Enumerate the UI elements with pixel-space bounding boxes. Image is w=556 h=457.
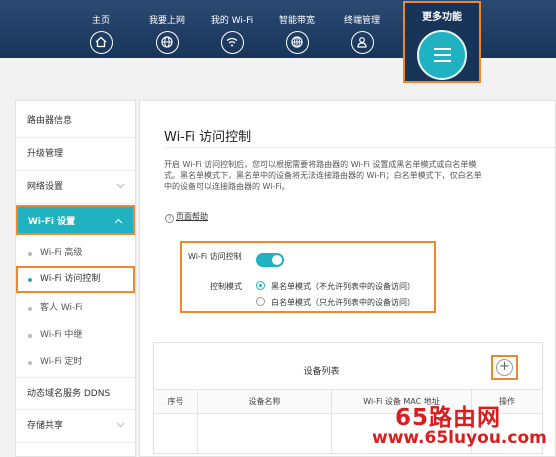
nav-smart-bandwidth-label: 智能带宽	[278, 16, 315, 26]
wifi-access-label: Wi-Fi 访问控制	[188, 252, 242, 261]
radio-unselected[interactable]	[256, 297, 265, 306]
page-description: 开启 Wi-Fi 访问控制后，您可以根据需要将路由器的 Wi-Fi 设置成黑名单…	[164, 159, 526, 192]
nav-smart-bandwidth[interactable]: 智能带宽	[265, 0, 329, 54]
chevron-up-icon	[114, 218, 123, 224]
table-cell	[154, 414, 198, 454]
sidebar-sub-guest-wifi[interactable]: 客人 Wi-Fi	[16, 295, 135, 322]
nav-home-label: 主页	[91, 16, 110, 26]
radio-selected[interactable]	[256, 281, 265, 290]
sidebar-item-ddns[interactable]: 动态域名服务 DDNS	[16, 377, 135, 410]
sidebar-sub-label: Wi-Fi 中继	[40, 330, 83, 340]
bullet-icon	[28, 361, 32, 365]
sidebar-sub-label: Wi-Fi 访问控制	[40, 274, 101, 284]
page-title: Wi-Fi 访问控制	[164, 130, 252, 145]
wifi-icon	[220, 31, 244, 54]
bullet-icon	[28, 334, 32, 338]
table-cell	[198, 414, 332, 454]
globe-icon	[155, 31, 179, 54]
watermark-logo: 65路由网	[395, 405, 502, 431]
bullet-icon	[28, 278, 32, 282]
nav-internet-label: 我要上网	[148, 16, 185, 26]
control-mode-label: 控制模式	[210, 282, 242, 291]
sidebar-sub-label: Wi-Fi 高级	[40, 248, 83, 258]
sidebar-sub-label: 客人 Wi-Fi	[40, 303, 83, 313]
nav-internet[interactable]: 我要上网	[135, 0, 199, 54]
wifi-access-toggle[interactable]	[256, 253, 284, 267]
watermark-url: www.65luyou.com	[372, 428, 547, 448]
radio-label: 白名单模式（只允许列表中的设备访问）	[271, 298, 415, 307]
column-header-index: 序号	[154, 390, 198, 413]
blacklist-mode-option[interactable]: 黑名单模式（不允许列表中的设备访问）	[256, 281, 415, 292]
help-icon: ?	[165, 214, 174, 223]
sidebar-item-router-info[interactable]: 路由器信息	[16, 105, 135, 138]
description-line: 中的设备可以连接路由器的 Wi-Fi。	[164, 182, 290, 191]
sidebar-item-label: 动态域名服务 DDNS	[27, 389, 111, 399]
sidebar: 路由器信息 升级管理 网络设置 Wi-Fi 设置 Wi-Fi 高级 Wi-Fi …	[15, 100, 136, 457]
sidebar-item-label: 存储共享	[27, 421, 64, 431]
sidebar-sub-label: Wi-Fi 定时	[40, 357, 83, 367]
access-control-settings: Wi-Fi 访问控制 控制模式 黑名单模式（不允许列表中的设备访问） 白名单模式…	[180, 241, 436, 313]
device-list-title: 设备列表	[303, 367, 340, 377]
nav-more-features[interactable]: 更多功能	[403, 1, 481, 83]
title-divider	[164, 147, 554, 148]
chevron-down-icon	[116, 183, 125, 189]
sidebar-item-upgrade[interactable]: 升级管理	[16, 138, 135, 171]
bullet-icon	[28, 307, 32, 311]
chevron-down-icon	[116, 422, 125, 428]
page-help-link[interactable]: ? 页面帮助	[165, 211, 208, 223]
sidebar-item-label: 升级管理	[27, 149, 64, 159]
sidebar-item-network-settings[interactable]: 网络设置	[16, 171, 135, 204]
sidebar-sub-wifi-access-control[interactable]: Wi-Fi 访问控制	[16, 266, 135, 293]
home-icon	[89, 31, 113, 54]
description-line: 式。黑名单模式下，黑名单中的设备将无法连接路由器的 Wi-Fi；白名单模式下，仅…	[164, 171, 482, 180]
nav-my-wifi-label: 我的 Wi-Fi	[210, 16, 254, 26]
sidebar-item-label: Wi-Fi 设置	[28, 217, 76, 227]
menu-icon[interactable]	[417, 30, 467, 80]
column-header-device-name: 设备名称	[198, 390, 332, 413]
sidebar-item-label: 路由器信息	[27, 116, 73, 126]
radio-label: 黑名单模式（不允许列表中的设备访问）	[271, 282, 415, 291]
add-device-button[interactable]: +	[496, 359, 513, 376]
bandwidth-globe-icon	[285, 31, 309, 54]
sidebar-item-storage-share[interactable]: 存储共享	[16, 410, 135, 443]
sidebar-item-wifi-settings[interactable]: Wi-Fi 设置	[16, 205, 135, 235]
sidebar-sub-wifi-advanced[interactable]: Wi-Fi 高级	[16, 240, 135, 267]
whitelist-mode-option[interactable]: 白名单模式（只允许列表中的设备访问）	[256, 297, 415, 308]
bullet-icon	[28, 252, 32, 256]
nav-device-management[interactable]: 终端管理	[330, 0, 394, 54]
help-link-label: 页面帮助	[176, 212, 208, 221]
nav-home[interactable]: 主页	[69, 0, 133, 54]
user-icon	[350, 31, 374, 54]
nav-device-management-label: 终端管理	[343, 16, 380, 26]
nav-more-label: 更多功能	[422, 12, 462, 23]
toggle-knob	[272, 255, 282, 265]
add-device-highlight: +	[491, 355, 518, 380]
description-line: 开启 Wi-Fi 访问控制后，您可以根据需要将路由器的 Wi-Fi 设置成黑名单…	[164, 160, 477, 169]
sidebar-item-label: 网络设置	[27, 182, 64, 192]
nav-my-wifi[interactable]: 我的 Wi-Fi	[200, 0, 264, 54]
sidebar-sub-wifi-repeater[interactable]: Wi-Fi 中继	[16, 322, 135, 349]
sidebar-sub-wifi-timer[interactable]: Wi-Fi 定时	[16, 349, 135, 376]
